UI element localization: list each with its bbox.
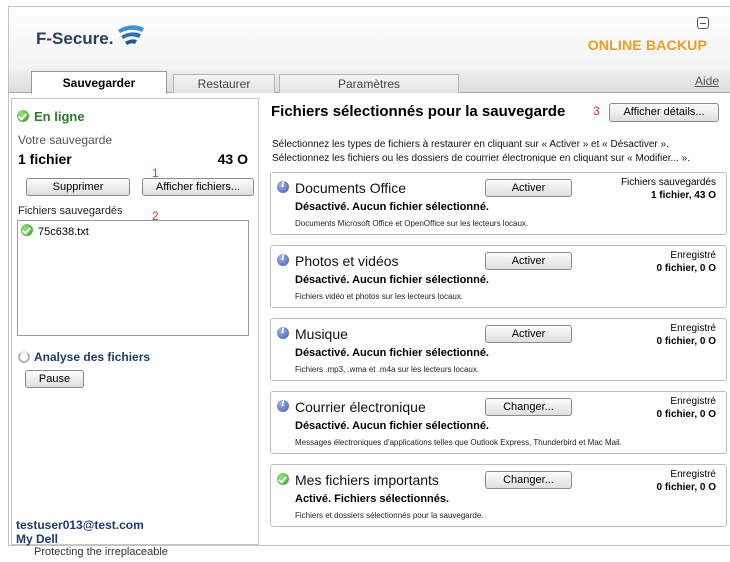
card-title: Photos et vidéos [295,253,399,269]
card-status-label: Enregistré [670,250,716,261]
instructions-line-1: Sélectionnez les types de fichiers à res… [272,139,669,150]
saved-files-label: Fichiers sauvegardés [18,205,123,217]
backup-label: Votre sauvegarde [18,133,113,147]
minimize-icon[interactable] [697,17,709,29]
change-button[interactable]: Changer... [485,398,572,416]
file-analysis-status: Analyse des fichiers [18,350,150,364]
delete-button[interactable]: Supprimer [26,178,130,196]
info-icon [277,180,289,193]
online-status: En ligne [17,109,85,124]
card-status-label: Enregistré [670,469,716,480]
header: F-Secure. ONLINE BACKUP [9,7,730,69]
tab-parametres[interactable]: Paramètres [279,74,459,93]
instructions: Sélectionnez les types de fichiers à res… [272,138,690,166]
active-check-icon [277,473,289,485]
card-status-value: 0 fichier, 0 O [656,482,716,493]
main-content: En ligne Votre sauvegarde 1 fichier 43 O… [9,94,730,547]
card-title: Documents Office [295,180,407,196]
backup-size: 43 O [217,151,248,167]
info-icon [277,253,289,266]
info-icon [277,399,289,412]
user-email: testuser013@test.com [16,518,144,532]
card-description: Fichiers vidéo et photos sur les lecteur… [295,292,464,301]
tab-restaurer[interactable]: Restaurer [173,74,275,93]
card-description: Messages électroniques d'applications te… [295,438,622,447]
activate-button[interactable]: Activer [485,179,572,197]
annotation-marker-1: 1 [152,166,159,180]
tab-sauvegarder[interactable]: Sauvegarder [31,71,167,94]
card-description: Documents Microsoft Office et OpenOffice… [295,219,529,228]
card-status-value: 1 fichier, 43 O [650,190,716,201]
card-description: Fichiers .mp3, .wma et .m4a sur les lect… [295,365,480,374]
card-status-label: Enregistré [670,396,716,407]
card-state: Désactivé. Aucun fichier sélectionné. [295,201,489,213]
card-title: Courrier électronique [295,399,426,415]
card-state: Désactivé. Aucun fichier sélectionné. [295,274,489,286]
file-name: 75c638.txt [38,226,89,238]
activate-button[interactable]: Activer [485,252,572,270]
analysis-label: Analyse des fichiers [34,350,151,364]
card-title: Musique [295,326,348,342]
online-backup-brand: ONLINE BACKUP [587,37,707,53]
tab-bar: Sauvegarder Restaurer Paramètres Aide [9,69,730,94]
card-state: Désactivé. Aucun fichier sélectionné. [295,420,489,432]
user-account: testuser013@test.com My Dell [16,518,144,546]
change-button[interactable]: Changer... [485,471,572,489]
footer-tagline: Protecting the irreplaceable [34,546,168,558]
file-check-icon [21,224,33,236]
page-title: Fichiers sélectionnés pour la sauvegarde [271,103,566,120]
my-dell-link[interactable]: My Dell [16,532,144,546]
card-description: Fichiers et dossiers sélectionnés pour l… [295,511,484,520]
fsecure-logo-icon [118,25,144,45]
info-icon [277,326,289,339]
app-window: F-Secure. ONLINE BACKUP Sauvegarder Rest… [8,6,730,546]
card-status-value: 0 fichier, 0 O [656,409,716,420]
category-card-photos: Photos et vidéos Activer Enregistré 0 fi… [270,245,727,308]
online-status-label: En ligne [34,109,85,124]
card-state: Désactivé. Aucun fichier sélectionné. [295,347,489,359]
category-card-email: Courrier électronique Changer... Enregis… [270,391,727,454]
card-state: Activé. Fichiers sélectionnés. [295,493,450,505]
help-link[interactable]: Aide [695,74,719,88]
category-card-important-files: Mes fichiers importants Changer... Enreg… [270,464,727,527]
category-card-documents: Documents Office Activer Fichiers sauveg… [270,172,727,235]
activate-button[interactable]: Activer [485,325,572,343]
card-status-value: 0 fichier, 0 O [656,336,716,347]
file-count: 1 fichier [18,151,72,167]
instructions-line-2: Sélectionnez les fichiers ou les dossier… [272,153,690,164]
pause-button[interactable]: Pause [25,370,84,388]
online-check-icon [17,110,29,122]
card-status-value: 0 fichier, 0 O [656,263,716,274]
annotation-marker-3: 3 [593,104,600,118]
show-files-button[interactable]: Afficher fichiers... [142,178,254,196]
show-details-button[interactable]: Afficher détails... [609,103,719,122]
backup-status-panel: En ligne Votre sauvegarde 1 fichier 43 O… [11,98,259,546]
card-status-label: Enregistré [670,323,716,334]
refresh-icon [18,351,30,363]
category-card-music: Musique Activer Enregistré 0 fichier, 0 … [270,318,727,381]
saved-files-list[interactable]: 75c638.txt [17,220,249,336]
fsecure-logo: F-Secure. [36,29,114,48]
card-status-label: Fichiers sauvegardés [620,177,716,188]
card-title: Mes fichiers importants [295,472,439,488]
list-item[interactable]: 75c638.txt [21,224,89,238]
